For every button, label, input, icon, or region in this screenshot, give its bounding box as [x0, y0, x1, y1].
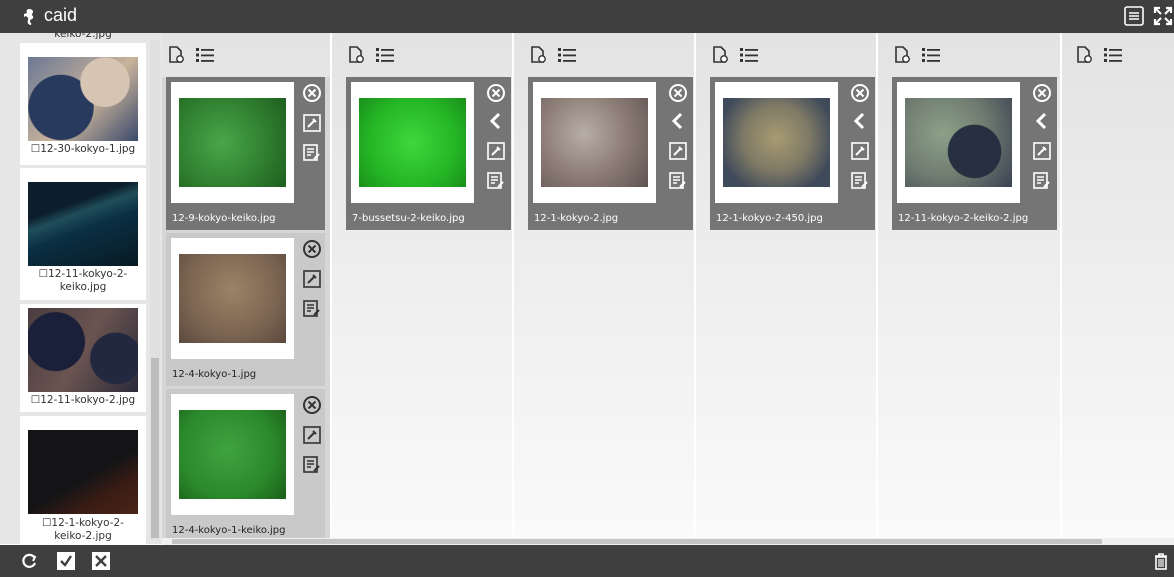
edit-icon[interactable] [668, 141, 688, 161]
column-toolbar [169, 46, 214, 63]
sidebar-thumbnail[interactable] [28, 430, 138, 514]
card-filename: 12-1-kokyo-2.jpg [534, 213, 619, 224]
refresh-icon[interactable] [20, 552, 38, 570]
sidebar-partial-label: keiko-2.jpg [54, 33, 112, 40]
image-column[interactable]: 12-11-kokyo-2-keiko-2.jpg [878, 33, 1060, 538]
sidebar-item-label[interactable]: ☐12-11-kokyo-2.jpg [20, 394, 146, 407]
add-file-icon[interactable] [169, 46, 184, 63]
add-file-icon[interactable] [1077, 46, 1092, 63]
sidebar-item-label[interactable]: ☐12-30-kokyo-1.jpg [20, 143, 146, 156]
image-card[interactable]: 12-4-kokyo-1.jpg [166, 233, 325, 386]
image-card[interactable]: 12-11-kokyo-2-keiko-2.jpg [892, 77, 1057, 230]
edit-icon[interactable] [486, 141, 506, 161]
column-toolbar [713, 46, 758, 63]
image-card[interactable]: 12-9-kokyo-keiko.jpg [166, 77, 325, 230]
close-icon[interactable] [1032, 83, 1052, 103]
bottom-toolbar [0, 545, 1174, 577]
horizontal-scrollbar-thumb[interactable] [172, 539, 1102, 544]
chevron-left-icon[interactable] [850, 111, 870, 131]
list-icon[interactable] [922, 48, 940, 62]
column-toolbar [1077, 46, 1122, 63]
seahorse-icon [24, 9, 34, 25]
thumbnail-sidebar[interactable]: keiko-2.jpg ☐12-30-kokyo-1.jpg ☐12-11-ko… [0, 33, 162, 544]
check-all-icon[interactable] [57, 552, 75, 570]
card-filename: 12-9-kokyo-keiko.jpg [172, 213, 276, 224]
title-bar: caid [0, 0, 1174, 33]
chevron-left-icon[interactable] [1032, 111, 1052, 131]
notes-edit-icon[interactable] [486, 171, 506, 191]
sidebar-thumbnail[interactable] [28, 308, 138, 392]
close-icon[interactable] [850, 83, 870, 103]
list-icon[interactable] [376, 48, 394, 62]
sidebar-item-label-cont[interactable]: keiko-2.jpg [20, 530, 146, 543]
sidebar-item[interactable]: ☐12-11-kokyo-2- keiko.jpg [20, 168, 146, 300]
card-filename: 12-11-kokyo-2-keiko-2.jpg [898, 213, 1029, 224]
add-file-icon[interactable] [713, 46, 728, 63]
add-file-icon[interactable] [895, 46, 910, 63]
image-column[interactable]: 12-1-kokyo-2.jpg [514, 33, 694, 538]
edit-icon[interactable] [302, 269, 322, 289]
sidebar-item[interactable]: ☐12-1-kokyo-2- keiko-2.jpg [20, 416, 146, 544]
card-filename: 12-1-kokyo-2-450.jpg [716, 213, 823, 224]
sidebar-item-label[interactable]: ☐12-11-kokyo-2- [20, 268, 146, 281]
sidebar-item-label-cont[interactable]: keiko.jpg [20, 281, 146, 294]
add-file-icon[interactable] [531, 46, 546, 63]
card-filename: 7-bussetsu-2-keiko.jpg [352, 213, 465, 224]
chevron-left-icon[interactable] [486, 111, 506, 131]
add-file-icon[interactable] [349, 46, 364, 63]
notes-edit-icon[interactable] [302, 299, 322, 319]
list-icon[interactable] [558, 48, 576, 62]
image-column[interactable]: 7-bussetsu-2-keiko.jpg [332, 33, 512, 538]
app-title: caid [44, 5, 78, 25]
settings-list-icon[interactable] [1123, 5, 1145, 27]
edit-icon[interactable] [302, 425, 322, 445]
image-card[interactable]: 12-4-kokyo-1-keiko.jpg [166, 389, 325, 539]
uncheck-all-icon[interactable] [92, 552, 110, 570]
sidebar-item[interactable]: ☐12-11-kokyo-2.jpg [20, 304, 146, 412]
image-card[interactable]: 12-1-kokyo-2-450.jpg [710, 77, 875, 230]
sidebar-scrollbar-thumb[interactable] [151, 358, 159, 538]
sidebar-item[interactable]: ☐12-30-kokyo-1.jpg [20, 43, 146, 165]
card-filename: 12-4-kokyo-1.jpg [172, 369, 257, 380]
notes-edit-icon[interactable] [668, 171, 688, 191]
list-icon[interactable] [740, 48, 758, 62]
notes-edit-icon[interactable] [302, 455, 322, 475]
notes-edit-icon[interactable] [850, 171, 870, 191]
close-icon[interactable] [302, 395, 322, 415]
sidebar-thumbnail[interactable] [28, 182, 138, 266]
column-toolbar [531, 46, 576, 63]
close-icon[interactable] [302, 83, 322, 103]
chevron-left-icon[interactable] [668, 111, 688, 131]
edit-icon[interactable] [850, 141, 870, 161]
sidebar-thumbnail[interactable] [28, 57, 138, 141]
column-toolbar [349, 46, 394, 63]
image-column[interactable]: 12-1-kokyo-2-450.jpg [696, 33, 876, 538]
notes-edit-icon[interactable] [1032, 171, 1052, 191]
column-toolbar [895, 46, 940, 63]
close-icon[interactable] [486, 83, 506, 103]
image-card[interactable]: 7-bussetsu-2-keiko.jpg [346, 77, 511, 230]
fullscreen-icon[interactable] [1152, 5, 1174, 27]
image-column[interactable] [1062, 33, 1174, 538]
close-icon[interactable] [302, 239, 322, 259]
card-filename: 12-4-kokyo-1-keiko.jpg [172, 525, 286, 536]
list-icon[interactable] [1104, 48, 1122, 62]
edit-icon[interactable] [1032, 141, 1052, 161]
trash-icon[interactable] [1152, 552, 1170, 570]
edit-icon[interactable] [302, 113, 322, 133]
sidebar-item-label[interactable]: ☐12-1-kokyo-2- [20, 517, 146, 530]
image-column[interactable]: 12-9-kokyo-keiko.jpg 12-4-kokyo-1.jpg 12… [162, 33, 330, 567]
horizontal-scrollbar[interactable] [162, 538, 1174, 545]
notes-edit-icon[interactable] [302, 143, 322, 163]
image-card[interactable]: 12-1-kokyo-2.jpg [528, 77, 693, 230]
close-icon[interactable] [668, 83, 688, 103]
list-icon[interactable] [196, 48, 214, 62]
